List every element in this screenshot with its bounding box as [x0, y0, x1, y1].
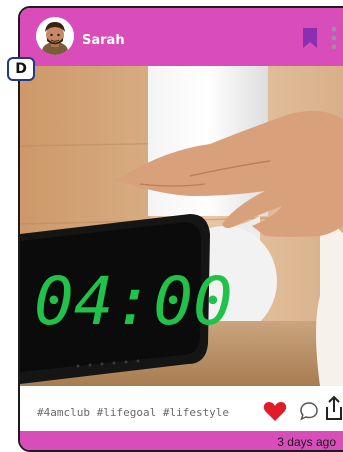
heart-icon[interactable] [263, 400, 287, 422]
avatar[interactable] [36, 17, 74, 55]
username[interactable]: Sarah [82, 33, 125, 48]
post-footer: 3 days ago [20, 431, 343, 450]
bookmark-icon[interactable] [303, 28, 317, 48]
post-header: Sarah [20, 8, 343, 67]
post-card: Sarah 04:00 #4amclub #lifegoal #lifestyl… [18, 6, 343, 452]
share-icon[interactable] [322, 395, 343, 421]
post-timestamp: 3 days ago [277, 435, 336, 449]
clock-display: 04:00 [34, 263, 233, 340]
comment-icon[interactable] [299, 401, 319, 421]
more-vertical-icon[interactable] [331, 26, 337, 50]
label-badge: D [7, 57, 35, 81]
post-hashtags[interactable]: #4amclub #lifegoal #lifestyle [37, 406, 229, 419]
post-photo[interactable]: 04:00 [20, 66, 343, 386]
